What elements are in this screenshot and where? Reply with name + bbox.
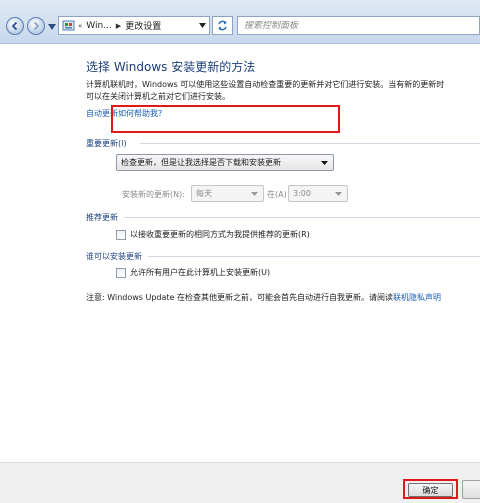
page-title: 选择 Windows 安装更新的方法: [86, 60, 256, 74]
recommended-updates-option[interactable]: 以接收重要更新的相同方式为我提供推荐的更新(R): [116, 229, 310, 240]
install-at-label: 在(A): [267, 190, 287, 199]
recommended-updates-label: 推荐更新: [86, 213, 118, 222]
control-panel-icon: [62, 20, 75, 31]
history-dropdown-icon[interactable]: [48, 24, 56, 30]
allow-all-users-checkbox[interactable]: [116, 267, 126, 278]
highlight-box: [403, 479, 458, 499]
chevron-down-icon: [321, 161, 328, 165]
search-box[interactable]: [237, 16, 480, 35]
recommended-updates-checkbox[interactable]: [116, 229, 126, 240]
chevron-down-icon[interactable]: [199, 23, 206, 28]
important-updates-label: 重要更新(I): [86, 139, 127, 148]
section-divider: [124, 217, 480, 218]
allow-all-users-option[interactable]: 允许所有用户在此计算机上安装更新(U): [116, 267, 270, 278]
back-arrow-icon: [11, 21, 18, 31]
privacy-statement-link[interactable]: 联机隐私声明: [393, 293, 441, 302]
forward-button[interactable]: [27, 17, 45, 35]
breadcrumb-separator: «: [78, 21, 83, 30]
important-updates-selected: 检查更新，但是让我选择是否下载和安装更新: [121, 158, 281, 167]
breadcrumb-current[interactable]: 更改设置: [125, 19, 161, 32]
allow-all-users-checkbox-label[interactable]: 允许所有用户在此计算机上安装更新(U): [130, 267, 270, 278]
install-time-dropdown[interactable]: 3:00: [288, 185, 348, 202]
update-note: 注意: Windows Update 在检查其他更新之前，可能会首先自动进行自我…: [86, 292, 441, 303]
cancel-button-partial[interactable]: [462, 480, 480, 499]
highlight-box: [111, 105, 340, 133]
search-input[interactable]: [244, 20, 479, 31]
breadcrumb-arrow-icon[interactable]: ▶: [116, 22, 121, 30]
who-can-install-label: 谁可以安装更新: [86, 252, 142, 261]
important-updates-dropdown[interactable]: 检查更新，但是让我选择是否下载和安装更新: [116, 154, 334, 171]
refresh-icon: [218, 20, 227, 31]
recommended-updates-checkbox-label[interactable]: 以接收重要更新的相同方式为我提供推荐的更新(R): [130, 229, 310, 240]
description-line-1: 计算机联机时，Windows 可以使用这些设置自动检查重要的更新并对它们进行安装…: [86, 80, 445, 89]
install-day-value: 每天: [196, 189, 212, 198]
chevron-down-icon: [251, 192, 258, 196]
install-time-value: 3:00: [293, 189, 311, 198]
section-divider: [140, 143, 480, 144]
section-divider: [148, 256, 480, 257]
note-text: 注意: Windows Update 在检查其他更新之前，可能会首先自动进行自我…: [86, 293, 394, 302]
description-line-2: 可以在关闭计算机之前对它们进行安装。: [86, 92, 230, 101]
address-bar[interactable]: « Win... ▶ 更改设置: [58, 16, 210, 35]
breadcrumb-parent[interactable]: Win...: [86, 21, 112, 31]
install-day-dropdown[interactable]: 每天: [191, 185, 264, 202]
install-new-updates-label: 安装新的更新(N):: [122, 190, 185, 199]
page-description: 计算机联机时，Windows 可以使用这些设置自动检查重要的更新并对它们进行安装…: [86, 79, 480, 103]
forward-arrow-icon: [33, 21, 40, 31]
address-toolbar: « Win... ▶ 更改设置: [0, 0, 480, 44]
back-button[interactable]: [6, 17, 24, 35]
refresh-button[interactable]: [212, 16, 233, 35]
chevron-down-icon: [335, 192, 342, 196]
